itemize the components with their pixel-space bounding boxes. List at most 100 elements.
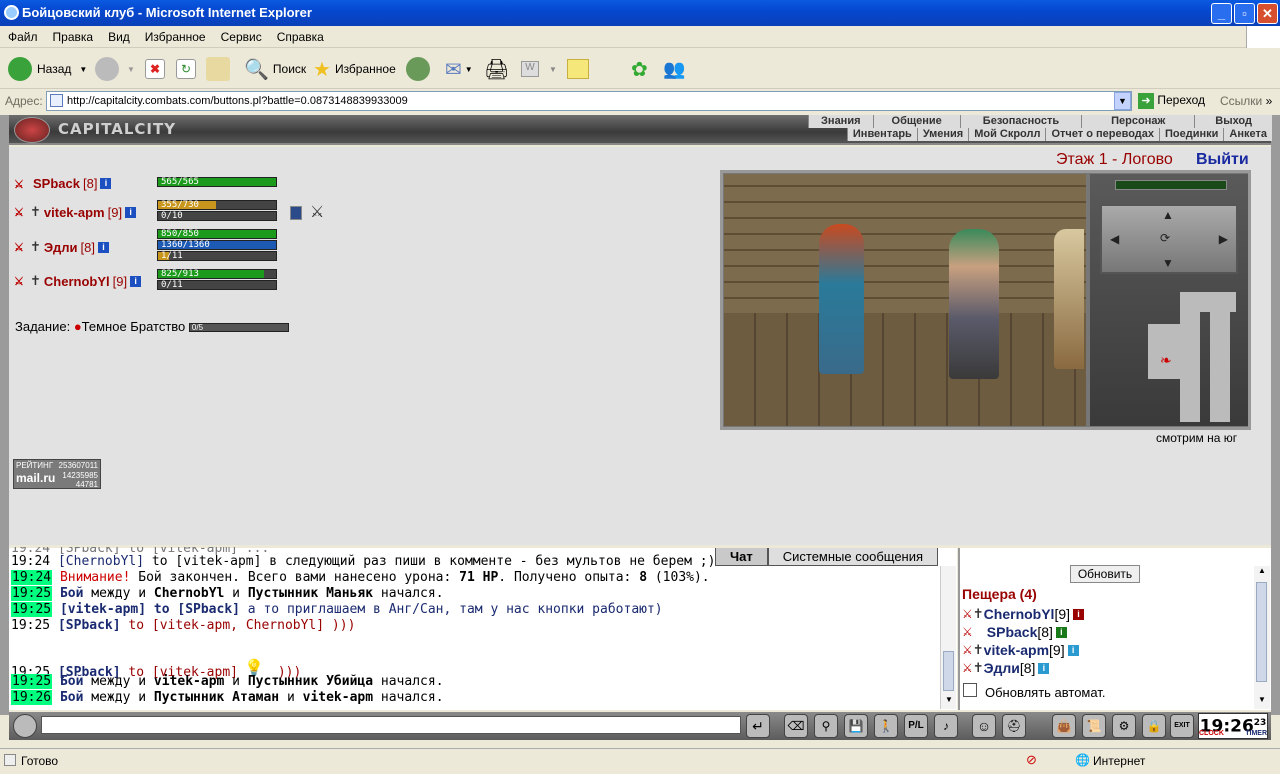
favorites-button[interactable]: ★ Избранное bbox=[313, 56, 396, 82]
arrow-down-icon[interactable]: ▼ bbox=[1162, 256, 1174, 270]
stop-button[interactable]: ✖ bbox=[145, 56, 165, 82]
nav-my-scroll[interactable]: Мой Скролл bbox=[968, 128, 1046, 141]
nav-knowledge[interactable]: Знания bbox=[808, 115, 873, 128]
compass-controls[interactable]: ▲ ▼ ◀ ▶ ⟳ bbox=[1100, 204, 1238, 274]
battle-icon[interactable]: ⚔ bbox=[310, 202, 324, 222]
refresh-view-icon[interactable]: ⟳ bbox=[1160, 231, 1170, 245]
crossed-swords-icon[interactable]: ⚔ bbox=[14, 241, 30, 254]
forward-button[interactable]: ▼ bbox=[95, 56, 135, 82]
menu-file[interactable]: Файл bbox=[0, 26, 45, 44]
enemy-figure[interactable] bbox=[949, 229, 999, 379]
room-scrollbar[interactable]: ▲ ▼ bbox=[1254, 566, 1270, 709]
user-list-item[interactable]: ⚔ SPback [8] i bbox=[962, 624, 1067, 640]
member-name[interactable]: ChernobYl bbox=[44, 274, 110, 289]
scroll-thumb[interactable] bbox=[943, 651, 954, 691]
go-button[interactable]: ➜ Переход bbox=[1138, 93, 1205, 109]
discuss-button[interactable] bbox=[567, 56, 589, 82]
chat-mode-icon[interactable] bbox=[13, 714, 37, 738]
search-button[interactable]: 🔍 Поиск bbox=[244, 56, 306, 82]
info-icon[interactable]: i bbox=[97, 241, 109, 253]
turn-left-icon[interactable]: ◀ bbox=[1110, 232, 1119, 246]
popup-blocked-icon[interactable]: ⊘ bbox=[1026, 752, 1042, 768]
refresh-list-button[interactable]: Обновить bbox=[1070, 565, 1140, 583]
edit-button[interactable]: W ▼ bbox=[521, 56, 557, 82]
mail-button[interactable]: ✉ ▼ bbox=[445, 56, 473, 82]
enemy-figure[interactable] bbox=[819, 224, 864, 374]
lock-icon[interactable]: 🔒 bbox=[1142, 714, 1166, 738]
nav-character[interactable]: Персонаж bbox=[1081, 115, 1195, 128]
auto-refresh-checkbox[interactable] bbox=[963, 683, 977, 697]
nav-exit[interactable]: Выход bbox=[1194, 115, 1272, 128]
minimize-button[interactable]: _ bbox=[1211, 3, 1232, 24]
info-icon[interactable]: i bbox=[1067, 644, 1079, 656]
info-icon[interactable]: i bbox=[125, 206, 137, 218]
member-name[interactable]: Эдли bbox=[44, 240, 78, 255]
turn-right-icon[interactable]: ▶ bbox=[1219, 232, 1228, 246]
quest-name[interactable]: Темное Братство bbox=[82, 319, 186, 334]
info-icon[interactable]: i bbox=[100, 178, 112, 189]
tab-system-messages[interactable]: Системные сообщения bbox=[767, 548, 939, 566]
smiles-icon[interactable]: ☺ bbox=[972, 714, 996, 738]
helmet-icon[interactable]: ⛑ bbox=[1002, 714, 1026, 738]
icq-button[interactable]: ✿ bbox=[631, 56, 648, 82]
address-dropdown-button[interactable]: ▼ bbox=[1114, 92, 1131, 110]
scroll-thumb[interactable] bbox=[1256, 582, 1267, 682]
member-name[interactable]: vitek-apm bbox=[44, 205, 105, 220]
info-icon[interactable]: i bbox=[1038, 662, 1050, 674]
nav-security[interactable]: Безопасность bbox=[959, 115, 1082, 128]
nav-profile[interactable]: Анкета bbox=[1223, 128, 1272, 141]
clan-icon[interactable] bbox=[290, 206, 302, 220]
info-icon[interactable]: i bbox=[1055, 626, 1067, 638]
menu-favorites[interactable]: Избранное bbox=[137, 26, 213, 44]
user-list-item[interactable]: ⚔ ✝ vitek-apm [9] i bbox=[962, 642, 1079, 658]
room-image[interactable] bbox=[724, 174, 1086, 426]
user-list-item[interactable]: ⚔ ✝ ChernobYl [9] i bbox=[962, 606, 1085, 622]
crossed-swords-icon[interactable]: ⚔ bbox=[14, 275, 30, 288]
eraser-icon[interactable]: ⌫ bbox=[784, 714, 808, 738]
nav-transfer-report[interactable]: Отчет о переводах bbox=[1045, 128, 1160, 141]
save-icon[interactable]: 💾 bbox=[844, 714, 868, 738]
history-button[interactable] bbox=[406, 56, 430, 82]
sound-icon[interactable]: ♪ bbox=[934, 714, 958, 738]
exit-icon[interactable]: EXIT bbox=[1170, 714, 1194, 738]
home-button[interactable] bbox=[206, 56, 230, 82]
nav-inventory[interactable]: Инвентарь bbox=[846, 128, 917, 141]
address-input[interactable]: http://capitalcity.combats.com/buttons.p… bbox=[46, 91, 1132, 111]
nav-skills[interactable]: Умения bbox=[916, 128, 969, 141]
tab-chat[interactable]: Чат bbox=[715, 548, 768, 566]
nav-communication[interactable]: Общение bbox=[872, 115, 960, 128]
chat-scrollbar[interactable]: ▼ bbox=[940, 566, 956, 709]
maximize-button[interactable]: ▫ bbox=[1234, 3, 1255, 24]
rating-counter[interactable]: РЕЙТИНГ 253607011 mail.ru 14235985 44781 bbox=[13, 459, 101, 489]
enemy-figure[interactable] bbox=[1054, 229, 1084, 369]
info-icon[interactable]: i bbox=[130, 275, 142, 287]
crossed-swords-icon[interactable]: ⚔ bbox=[14, 206, 30, 219]
send-icon[interactable]: ↵ bbox=[746, 714, 770, 738]
menu-view[interactable]: Вид bbox=[100, 26, 137, 44]
close-button[interactable]: ✕ bbox=[1257, 3, 1278, 24]
chat-input[interactable] bbox=[41, 716, 741, 734]
scroll-icon[interactable]: 📜 bbox=[1082, 714, 1106, 738]
bag-icon[interactable]: 👜 bbox=[1052, 714, 1076, 738]
filter-icon[interactable]: ⚲ bbox=[814, 714, 838, 738]
back-button[interactable]: Назад ▼ bbox=[8, 56, 87, 82]
menu-tools[interactable]: Сервис bbox=[213, 26, 269, 44]
print-button[interactable]: 🖨 bbox=[484, 56, 509, 82]
refresh-button[interactable]: ↻ bbox=[176, 56, 196, 82]
scroll-down-icon[interactable]: ▼ bbox=[941, 695, 957, 709]
exit-link[interactable]: Выйти bbox=[1196, 151, 1249, 169]
messenger-icon: 👥 bbox=[663, 58, 686, 79]
info-icon[interactable]: i bbox=[1073, 608, 1085, 620]
private-icon[interactable]: P/L bbox=[904, 714, 928, 738]
menu-edit[interactable]: Правка bbox=[45, 26, 101, 44]
nav-battles[interactable]: Поединки bbox=[1159, 128, 1224, 141]
user-list-item[interactable]: ⚔ ✝ Эдли [8] i bbox=[962, 660, 1050, 676]
gear-icon[interactable]: ⚙ bbox=[1112, 714, 1136, 738]
member-name[interactable]: SPback bbox=[33, 176, 80, 191]
messenger-button[interactable]: 👥 bbox=[663, 56, 685, 82]
crossed-swords-icon[interactable]: ⚔ bbox=[14, 178, 30, 191]
arrow-up-icon[interactable]: ▲ bbox=[1162, 208, 1174, 222]
walk-icon[interactable]: 🚶 bbox=[874, 714, 898, 738]
menu-help[interactable]: Справка bbox=[269, 26, 331, 44]
links-button[interactable]: Ссылки » bbox=[1220, 94, 1272, 108]
